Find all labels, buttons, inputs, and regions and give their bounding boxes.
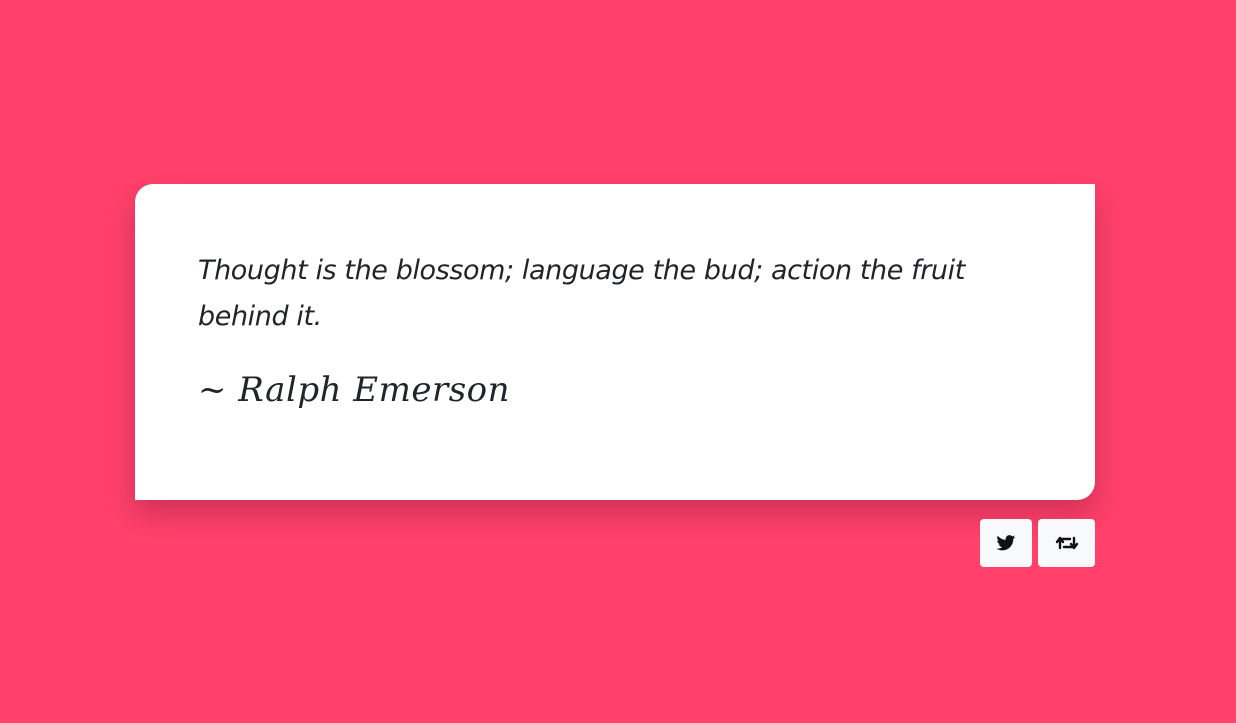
tweet-button[interactable] xyxy=(980,519,1032,567)
action-buttons xyxy=(980,519,1095,567)
quote-author: ~ Ralph Emerson xyxy=(198,370,511,410)
quote-text: Thought is the blossom; language the bud… xyxy=(198,255,965,332)
quote-card: Thought is the blossom; language the bud… xyxy=(135,184,1095,500)
retweet-icon xyxy=(1055,535,1079,551)
twitter-icon xyxy=(996,535,1016,551)
new-quote-button[interactable] xyxy=(1038,519,1095,567)
